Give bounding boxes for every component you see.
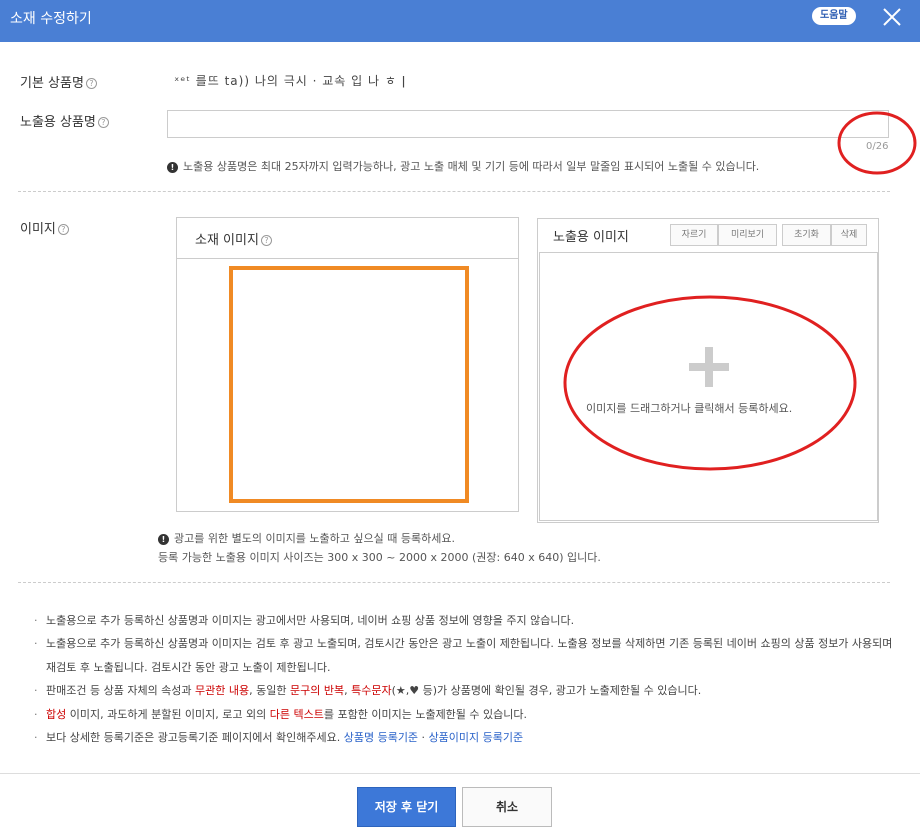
dialog-header: 소재 수정하기 도움말	[0, 0, 920, 42]
image-section-row-label: 이미지?	[20, 218, 69, 237]
basic-name-value: ˣᵉᵗ 를뜨 ta)) 나의 극시 · 교속 입 나 ㅎ ǀ	[174, 74, 407, 88]
image-notice-line1: 광고를 위한 별도의 이미지를 노출하고 싶으실 때 등록하세요.	[174, 532, 455, 545]
warning-icon: !	[158, 534, 169, 545]
highlight-text: 문구의 반복	[290, 684, 345, 698]
basic-name-row-label: 기본 상품명?	[20, 72, 97, 91]
guideline-item: 노출용으로 추가 등록하신 상품명과 이미지는 검토 후 광고 노출되며, 검토…	[34, 632, 894, 679]
name-notice: ! 노출용 상품명은 최대 25자까지 입력가능하나, 광고 노출 매체 및 기기…	[167, 158, 759, 174]
guideline-text: 판매조건 등 상품 자체의 속성과	[46, 684, 196, 698]
save-close-button[interactable]: 저장 후 닫기	[357, 787, 456, 827]
basic-name-label: 기본 상품명	[20, 76, 84, 91]
display-name-label: 노출용 상품명	[20, 115, 96, 130]
close-icon[interactable]	[880, 5, 904, 29]
source-image-frame	[229, 266, 469, 503]
question-icon[interactable]: ?	[85, 78, 97, 89]
question-icon[interactable]: ?	[57, 224, 69, 235]
reset-button[interactable]: 초기화	[782, 224, 831, 246]
image-notice: ! 광고를 위한 별도의 이미지를 노출하고 싶으실 때 등록하세요.	[158, 530, 455, 546]
help-button[interactable]: 도움말	[812, 7, 856, 25]
guideline-list: 노출용으로 추가 등록하신 상품명과 이미지는 광고에서만 사용되며, 네이버 …	[34, 609, 894, 750]
dropzone-text[interactable]: 이미지를 드래그하거나 클릭해서 등록하세요.	[586, 400, 792, 416]
display-image-title: 노출용 이미지	[553, 230, 629, 245]
section-divider	[18, 191, 890, 192]
preview-button[interactable]: 미리보기	[718, 224, 777, 246]
guideline-text: 노출용으로 추가 등록하신 상품명과 이미지는 광고에서만 사용되며, 네이버 …	[46, 614, 575, 627]
dialog-title: 소재 수정하기	[10, 11, 92, 27]
delete-button[interactable]: 삭제	[831, 224, 867, 246]
crop-button[interactable]: 자르기	[670, 224, 718, 246]
image-guideline-link[interactable]: 상품이미지 등록기준	[429, 731, 524, 744]
panel-divider	[177, 258, 518, 259]
guideline-text: , 동일한	[249, 684, 291, 698]
guideline-text: 이미지, 과도하게 분할된 이미지, 로고 외의	[66, 707, 270, 721]
highlight-text: 특수문자	[351, 684, 392, 698]
guideline-item: 판매조건 등 상품 자체의 속성과 무관한 내용, 동일한 문구의 반복, 특수…	[34, 679, 894, 703]
source-image-header: 소재 이미지?	[195, 229, 272, 248]
warning-icon: !	[167, 162, 178, 173]
image-notice-line2: 등록 가능한 노출용 이미지 사이즈는 300 x 300 ~ 2000 x 2…	[158, 551, 601, 564]
guideline-text: 를 포함한 이미지는 노출제한될 수 있습니다.	[323, 707, 528, 721]
footer-divider	[0, 773, 920, 774]
display-name-input[interactable]	[167, 110, 889, 138]
source-image-title: 소재 이미지	[195, 233, 259, 248]
guideline-text: 노출용으로 추가 등록하신 상품명과 이미지는 검토 후 광고 노출되며, 검토…	[46, 637, 893, 674]
highlight-text: 합성	[46, 707, 67, 721]
char-counter: 0/26	[866, 141, 889, 152]
name-notice-text: 노출용 상품명은 최대 25자까지 입력가능하나, 광고 노출 매체 및 기기 …	[183, 160, 760, 173]
guideline-text: 보다 상세한 등록기준은 광고등록기준 페이지에서 확인해주세요.	[46, 731, 344, 745]
guideline-text: (★,♥ 등)가 상품명에 확인될 경우, 광고가 노출제한될 수 있습니다.	[391, 684, 702, 698]
question-icon[interactable]: ?	[97, 117, 109, 128]
name-guideline-link[interactable]: 상품명 등록기준	[344, 731, 418, 744]
plus-icon-bar[interactable]	[689, 363, 729, 371]
guideline-item: 노출용으로 추가 등록하신 상품명과 이미지는 광고에서만 사용되며, 네이버 …	[34, 609, 894, 633]
section-divider	[18, 582, 890, 583]
guideline-item: 보다 상세한 등록기준은 광고등록기준 페이지에서 확인해주세요. 상품명 등록…	[34, 726, 894, 750]
display-name-row-label: 노출용 상품명?	[20, 111, 109, 130]
question-icon[interactable]: ?	[260, 235, 272, 246]
cancel-button[interactable]: 취소	[462, 787, 552, 827]
link-separator: ·	[418, 731, 429, 745]
image-section-label: 이미지	[20, 222, 56, 237]
highlight-text: 다른 텍스트	[269, 707, 324, 721]
highlight-text: 무관한 내용	[195, 684, 250, 698]
guideline-item: 합성 이미지, 과도하게 분할된 이미지, 로고 외의 다른 텍스트를 포함한 …	[34, 703, 894, 727]
